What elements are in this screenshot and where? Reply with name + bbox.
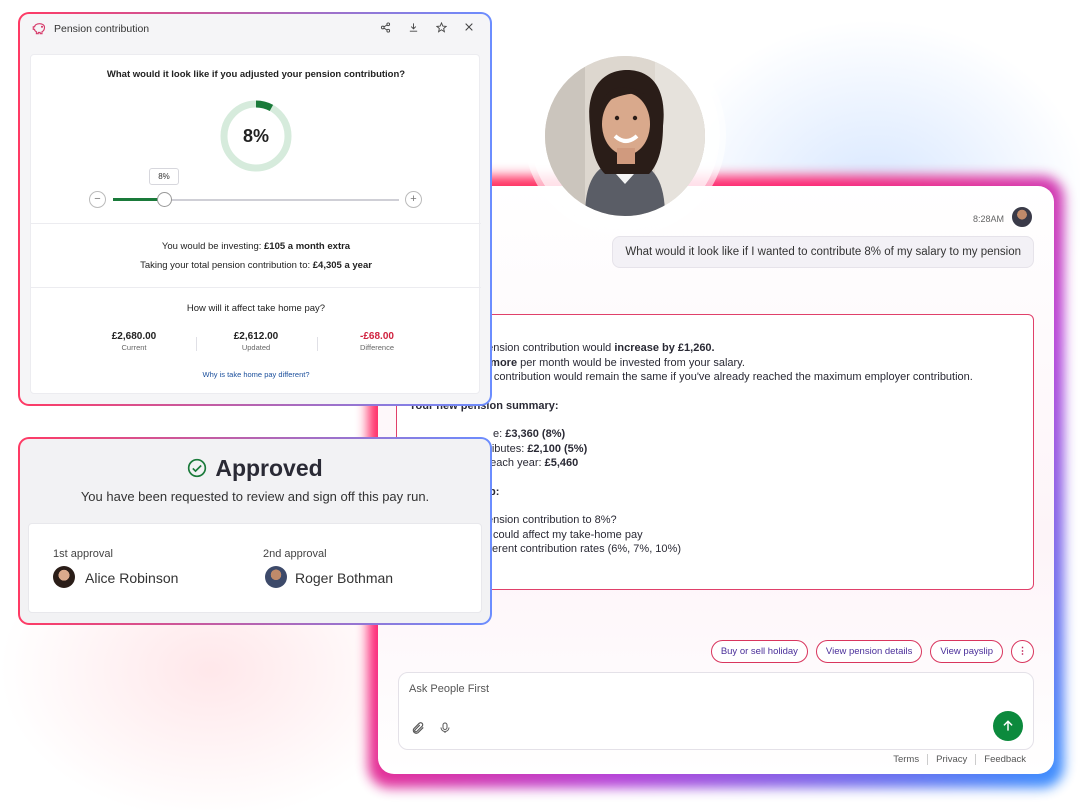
- send-button[interactable]: [993, 711, 1023, 741]
- approver-2-avatar: [265, 566, 287, 588]
- total-line: Taking your total pension contribution t…: [140, 260, 372, 271]
- approver-2-name: Roger Bothman: [295, 570, 394, 586]
- slider-tooltip: 8%: [149, 168, 179, 185]
- amount-current: £2,680.00 Current: [111, 331, 157, 352]
- increase-button[interactable]: +: [405, 191, 422, 208]
- close-icon[interactable]: [464, 22, 474, 35]
- investing-line: You would be investing: £105 a month ext…: [161, 241, 351, 252]
- download-icon[interactable]: [408, 22, 419, 36]
- take-home-question: How will it affect take home pay?: [186, 303, 326, 314]
- footer-terms[interactable]: Terms: [885, 754, 927, 765]
- approved-card: Approved You have been requested to revi…: [20, 439, 490, 623]
- reply-line-3: er contribution would remain the same if…: [481, 371, 973, 383]
- reply-line-1: pension contribution would increase by £…: [481, 342, 715, 354]
- paperclip-icon[interactable]: [411, 721, 425, 738]
- user-avatar: [1010, 205, 1034, 229]
- footer-feedback[interactable]: Feedback: [975, 754, 1034, 765]
- slider-fill: [113, 198, 163, 201]
- more-options-button[interactable]: ⋮: [1011, 640, 1034, 663]
- star-icon[interactable]: [435, 21, 448, 36]
- approver-1-avatar: [53, 566, 75, 588]
- suggestion-1[interactable]: ension contribution to 8%?: [409, 513, 1021, 528]
- suggestions-title: p:: [489, 485, 500, 498]
- microphone-icon[interactable]: [439, 721, 451, 738]
- share-icon[interactable]: [380, 22, 391, 36]
- divider: [31, 287, 481, 288]
- decrease-button[interactable]: −: [89, 191, 106, 208]
- divider: [196, 337, 197, 351]
- summary-title: Your new pension summary:: [409, 399, 559, 412]
- pension-card-title: Pension contribution: [54, 23, 150, 35]
- check-circle-icon: [188, 458, 207, 478]
- user-message: What would it look like if I wanted to c…: [612, 236, 1034, 268]
- slider-handle[interactable]: [157, 192, 172, 207]
- summary-line-3: d each year: £5,460: [481, 457, 579, 469]
- message-time: 8:28AM: [972, 214, 1004, 224]
- suggestion-3[interactable]: ferent contribution rates (6%, 7%, 10%): [409, 542, 1021, 557]
- approval-1-label: 1st approval: [53, 548, 113, 560]
- pension-card: Pension contribution What would it look …: [20, 14, 490, 404]
- divider: [31, 223, 481, 224]
- chip-view-payslip[interactable]: View payslip: [930, 640, 1003, 663]
- amount-updated: £2,612.00 Updated: [233, 331, 279, 352]
- pension-card-header: Pension contribution: [20, 14, 490, 46]
- assistant-avatar: [545, 56, 705, 216]
- suggestion-2[interactable]: could affect my take-home pay: [409, 528, 1021, 543]
- approved-subtitle: You have been requested to review and si…: [80, 489, 430, 504]
- summary-line-2: ntributes: £2,100 (5%): [479, 442, 588, 455]
- footer-links: Terms Privacy Feedback: [885, 754, 1034, 765]
- pension-question: What would it look like if you adjusted …: [106, 69, 406, 80]
- message-input[interactable]: [409, 683, 809, 695]
- approval-2-label: 2nd approval: [263, 548, 327, 560]
- send-arrow-icon: [1003, 720, 1013, 731]
- divider: [317, 337, 318, 351]
- quick-actions: Buy or sell holiday View pension details…: [710, 640, 1034, 663]
- summary-line-1: e: £3,360 (8%): [493, 428, 566, 440]
- take-home-pay-link[interactable]: Why is take home pay different?: [31, 370, 481, 379]
- chip-view-pension-details[interactable]: View pension details: [815, 640, 923, 663]
- approvals-box: 1st approval Alice Robinson 2nd approval…: [28, 523, 482, 613]
- reply-line-2: 5 more per month would be invested from …: [481, 356, 745, 369]
- chip-buy-or-sell-holiday[interactable]: Buy or sell holiday: [710, 640, 808, 663]
- stage: 8:28AM What would it look like if I want…: [0, 0, 1080, 810]
- amount-difference: -£68.00 Difference: [359, 331, 395, 352]
- composer: [398, 672, 1034, 750]
- percent-display: 8%: [242, 126, 269, 146]
- approved-title: Approved: [20, 455, 490, 482]
- footer-privacy[interactable]: Privacy: [927, 754, 975, 765]
- pension-card-body: What would it look like if you adjusted …: [30, 54, 481, 394]
- piggy-bank-icon: [32, 21, 47, 38]
- approver-1-name: Alice Robinson: [85, 570, 179, 586]
